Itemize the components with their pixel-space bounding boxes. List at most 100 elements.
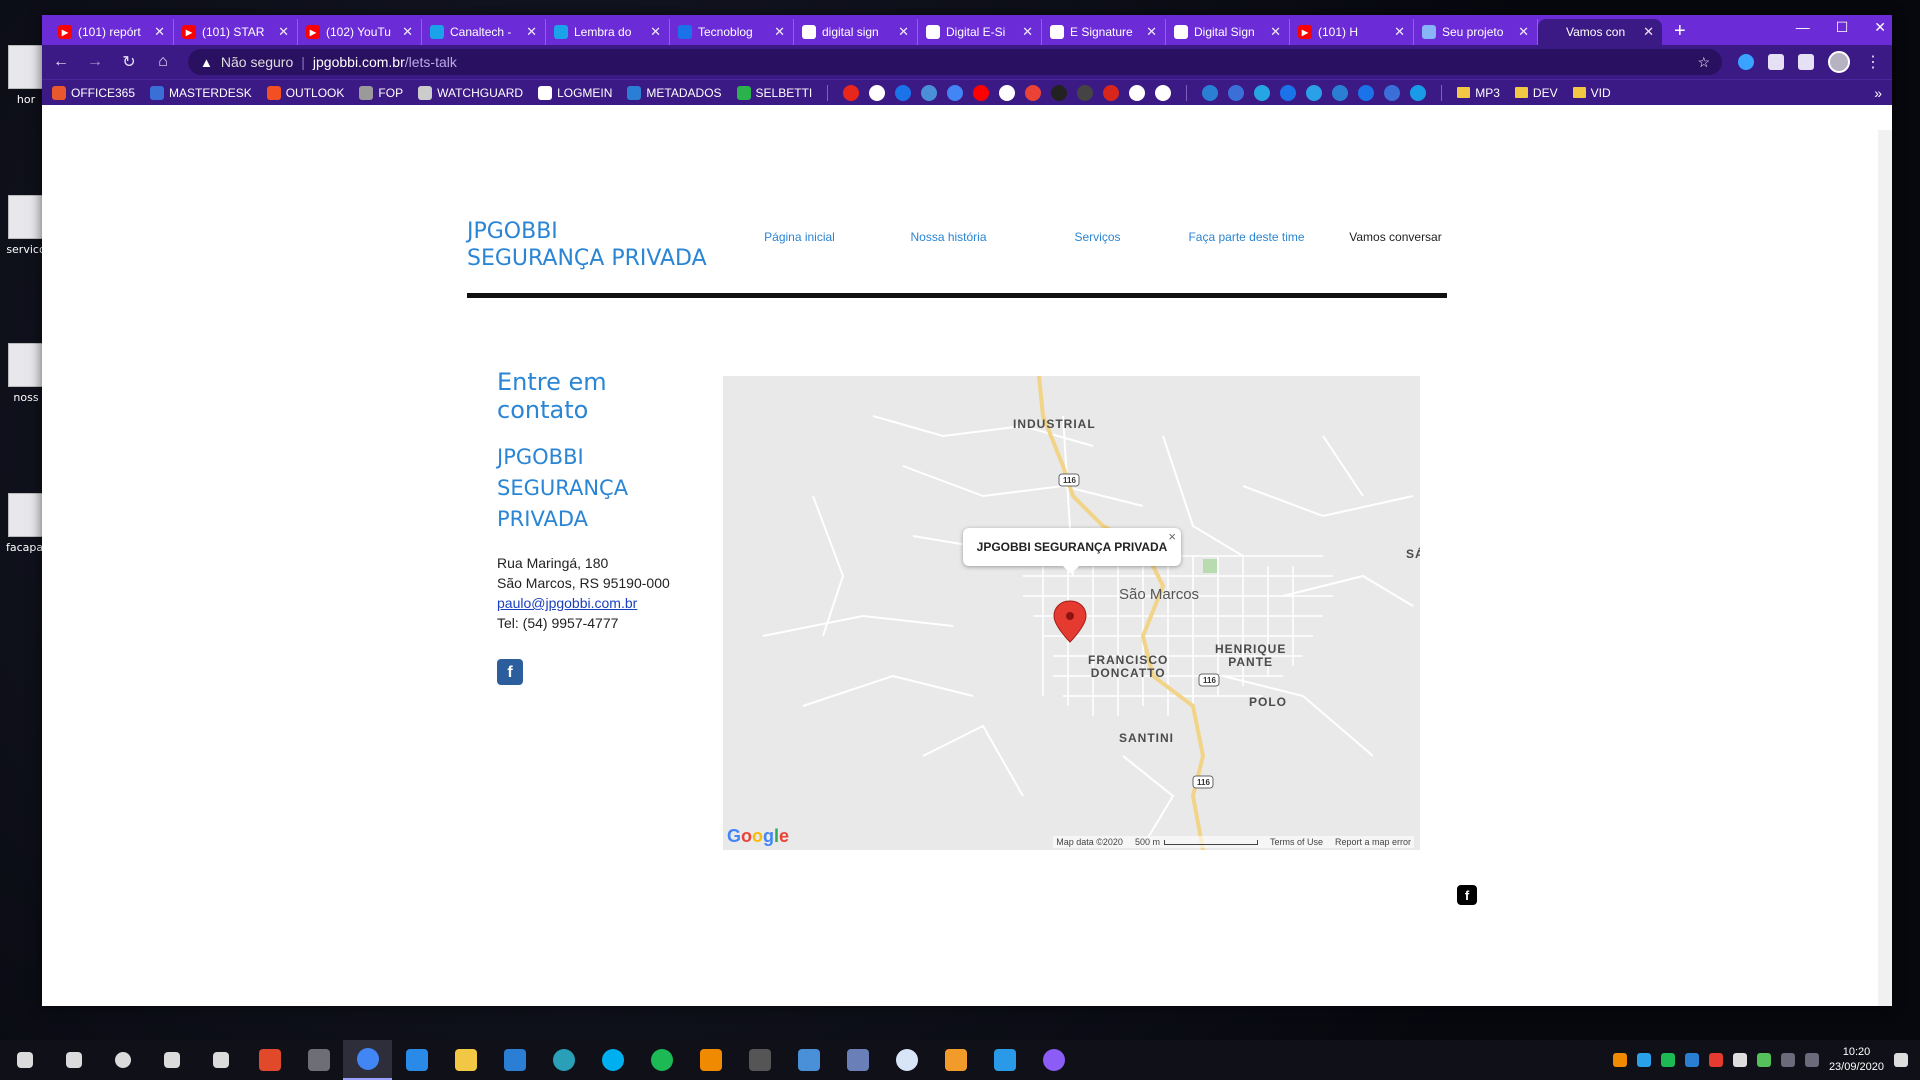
bookmark-icon[interactable] (1306, 84, 1323, 101)
browser-tab[interactable]: ▶ (101) repórt ✕ (50, 19, 174, 45)
taskbar-chrome-button[interactable] (343, 1040, 392, 1080)
browser-tab[interactable]: Digital Sign ✕ (1166, 19, 1290, 45)
bookmark-icon[interactable] (895, 84, 912, 101)
tray-icon[interactable] (1636, 1053, 1651, 1067)
bookmark-icon[interactable] (947, 84, 964, 101)
close-tab-icon[interactable]: ✕ (154, 24, 165, 40)
bookmark[interactable]: SELBETTI (736, 85, 812, 100)
tray-icon[interactable] (1708, 1053, 1723, 1067)
bookmark-icon[interactable] (921, 84, 938, 101)
taskbar-purple-app-button[interactable] (1029, 1040, 1078, 1080)
close-tab-icon[interactable]: ✕ (402, 24, 413, 40)
reload-icon[interactable]: ↻ (120, 52, 138, 72)
bookmark[interactable]: MASTERDESK (150, 85, 252, 100)
bookmark-folder[interactable]: VID (1572, 86, 1611, 100)
tray-icon[interactable] (1732, 1053, 1747, 1067)
desktop-shortcut[interactable]: servico (6, 195, 46, 256)
close-icon[interactable]: × (1168, 529, 1176, 544)
avatar[interactable] (1828, 51, 1850, 73)
bookmark[interactable]: LOGMEIN (538, 85, 612, 100)
taskbar-chat-app-button[interactable] (882, 1040, 931, 1080)
bookmark-icon[interactable] (1051, 84, 1068, 101)
bookmark-icon[interactable] (869, 84, 886, 101)
taskbar-vscode-button[interactable] (980, 1040, 1029, 1080)
taskbar-calculator-button[interactable] (294, 1040, 343, 1080)
close-tab-icon[interactable]: ✕ (1022, 24, 1033, 40)
terms-link[interactable]: Terms of Use (1270, 837, 1323, 847)
taskbar-sublime-button[interactable] (931, 1040, 980, 1080)
menu-item[interactable]: Serviços (1023, 230, 1172, 244)
browser-tab[interactable]: E Signature ✕ (1042, 19, 1166, 45)
browser-tab[interactable]: Lembra do ✕ (546, 19, 670, 45)
wifi-icon[interactable] (1780, 1053, 1795, 1067)
report-error-link[interactable]: Report a map error (1335, 837, 1411, 847)
desktop-shortcut[interactable]: hor (6, 45, 46, 106)
back-icon[interactable]: ← (52, 53, 70, 71)
taskbar-explorer-button[interactable] (441, 1040, 490, 1080)
bookmark-icon[interactable] (1228, 84, 1245, 101)
browser-tab[interactable]: Digital E-Si ✕ (918, 19, 1042, 45)
taskbar-search-button[interactable] (49, 1040, 98, 1080)
bookmark-icon[interactable] (1384, 84, 1401, 101)
close-tab-icon[interactable]: ✕ (1518, 24, 1529, 40)
close-tab-icon[interactable]: ✕ (526, 24, 537, 40)
tray-icon[interactable] (1612, 1053, 1627, 1067)
taskbar-task-view-button[interactable] (147, 1040, 196, 1080)
menu-item[interactable]: Nossa história (874, 230, 1023, 244)
taskbar-lock-app-button[interactable] (833, 1040, 882, 1080)
more-bookmarks-icon[interactable]: » (1874, 85, 1882, 101)
desktop-shortcut[interactable]: facapar (6, 493, 48, 554)
google-map[interactable]: 116 116 116 INDUSTRIAL São Marcos HENRIQ… (723, 376, 1420, 850)
media-icon[interactable] (1798, 54, 1814, 70)
taskbar-blue-app-button[interactable] (392, 1040, 441, 1080)
close-tab-icon[interactable]: ✕ (898, 24, 909, 40)
bookmark[interactable]: OUTLOOK (266, 85, 344, 100)
bookmark-icon[interactable] (1077, 84, 1094, 101)
puzzle-icon[interactable] (1768, 54, 1784, 70)
close-tab-icon[interactable]: ✕ (1270, 24, 1281, 40)
bookmark-icon[interactable] (1358, 84, 1375, 101)
home-icon[interactable]: ⌂ (154, 53, 172, 71)
bookmark[interactable]: WATCHGUARD (418, 85, 523, 100)
close-tab-icon[interactable]: ✕ (1643, 24, 1654, 40)
extension-icon[interactable] (1738, 54, 1754, 70)
bookmark-icon[interactable] (973, 84, 990, 101)
bookmark-icon[interactable] (999, 84, 1016, 101)
taskbar-spotify-button[interactable] (637, 1040, 686, 1080)
taskbar-screen-app-button[interactable] (784, 1040, 833, 1080)
taskbar-cortana-button[interactable] (98, 1040, 147, 1080)
browser-tab[interactable]: Tecnoblog ✕ (670, 19, 794, 45)
bookmark[interactable]: METADADOS (627, 85, 722, 100)
close-tab-icon[interactable]: ✕ (650, 24, 661, 40)
footer-facebook-icon[interactable]: f (1457, 885, 1477, 905)
taskbar-settings-button[interactable] (196, 1040, 245, 1080)
menu-icon[interactable]: ⋮ (1864, 52, 1882, 72)
maximize-icon[interactable]: ☐ (1836, 19, 1849, 36)
bookmark-icon[interactable] (1129, 84, 1146, 101)
close-tab-icon[interactable]: ✕ (1146, 24, 1157, 40)
browser-tab[interactable]: ▶ (102) YouTu ✕ (298, 19, 422, 45)
bookmark-folder[interactable]: DEV (1514, 86, 1558, 100)
close-tab-icon[interactable]: ✕ (278, 24, 289, 40)
taskbar-windows-button[interactable] (0, 1040, 49, 1080)
bookmark-star-icon[interactable]: ☆ (1697, 54, 1710, 71)
menu-item[interactable]: Faça parte deste time (1172, 230, 1321, 244)
bookmark-icon[interactable] (1202, 84, 1219, 101)
close-tab-icon[interactable]: ✕ (1394, 24, 1405, 40)
browser-tab[interactable]: Canaltech - ✕ (422, 19, 546, 45)
browser-tab[interactable]: digital sign ✕ (794, 19, 918, 45)
taskbar-vlc-button[interactable] (686, 1040, 735, 1080)
bookmark-icon[interactable] (1410, 84, 1427, 101)
clock[interactable]: 10:20 23/09/2020 (1829, 1045, 1884, 1075)
email-link[interactable]: paulo@jpgobbi.com.br (497, 595, 637, 611)
taskbar-skype-button[interactable] (588, 1040, 637, 1080)
taskbar-grey-app-button[interactable] (735, 1040, 784, 1080)
bookmark[interactable]: OFFICE365 (52, 85, 135, 100)
desktop-shortcut[interactable]: noss (6, 343, 46, 404)
tray-icon[interactable] (1684, 1053, 1699, 1067)
new-tab-button[interactable]: + (1662, 20, 1698, 45)
notification-icon[interactable] (1894, 1053, 1908, 1067)
close-tab-icon[interactable]: ✕ (774, 24, 785, 40)
minimize-icon[interactable]: — (1796, 19, 1810, 36)
forward-icon[interactable]: → (86, 53, 104, 71)
